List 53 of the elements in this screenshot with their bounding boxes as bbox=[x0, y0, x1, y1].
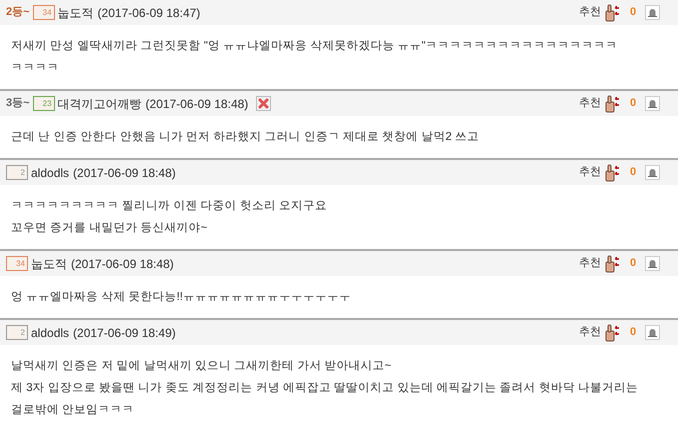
comment-text: 엉 ㅠㅠ엘마짜응 삭제 못한다능!!ㅠㅠㅠㅠㅠㅠㅠㅠㅜㅜㅜㅜㅜㅜ bbox=[11, 290, 352, 305]
thumbs-up-icon[interactable] bbox=[605, 4, 621, 22]
delete-button[interactable] bbox=[256, 96, 272, 111]
comment-text: 꼬우면 증거를 내밀던가 등신새끼야~ bbox=[11, 221, 208, 236]
comment-time: (2017-06-09 18:48) bbox=[71, 256, 174, 272]
siren-icon bbox=[648, 328, 657, 337]
vote-count: 0 bbox=[628, 256, 638, 272]
siren-icon bbox=[648, 259, 657, 268]
author-name[interactable]: aldodls bbox=[31, 164, 70, 182]
comment-time: (2017-06-09 18:48) bbox=[73, 164, 176, 182]
comment-text: 제 3자 입장으로 봤을땐 니가 좆도 계정정리는 커녕 에픽잡고 딸딸이치고 있는데 에픽갈기는 졸려서 혓바닥 나불거리는 bbox=[11, 381, 640, 396]
vote-count: 0 bbox=[628, 325, 638, 340]
comment-text: 걸로밖에 안보임ㅋㅋㅋ bbox=[11, 403, 136, 418]
recommend-label: 추천 bbox=[579, 5, 601, 20]
comment-text: ㅋㅋㅋㅋ bbox=[11, 61, 60, 76]
level-badge: 34 bbox=[6, 256, 28, 271]
report-button[interactable] bbox=[645, 325, 660, 340]
author-name[interactable]: aldodls bbox=[31, 324, 70, 342]
comment-text: 저새끼 만성 엘딱새끼라 그런짓못함 "엉 ㅠㅠ냐엘마짜응 삭제못하겠다능 ㅠㅠ"ㅋㅋㅋㅋㅋㅋㅋㅋㅋㅋㅋㅋㅋㅋㅋㅋ bbox=[11, 39, 619, 54]
recommend-label: 추천 bbox=[579, 96, 601, 112]
level-badge: 2 bbox=[6, 165, 28, 180]
report-button[interactable] bbox=[645, 256, 660, 271]
siren-icon bbox=[648, 99, 657, 108]
comment-text: 근데 난 인증 안한다 안했음 니가 먼저 하라했지 그러니 인증ㄱ 제대로 챗창에 날먹2 쓰고 bbox=[11, 130, 480, 145]
comment-time: (2017-06-09 18:49) bbox=[73, 324, 176, 342]
report-button[interactable] bbox=[645, 165, 660, 180]
recommend-label: 추천 bbox=[579, 325, 601, 340]
thumbs-up-icon[interactable] bbox=[605, 164, 621, 182]
thumbs-up-icon[interactable] bbox=[605, 324, 621, 342]
level-badge: 34 bbox=[32, 5, 55, 20]
vote-count: 0 bbox=[628, 96, 638, 112]
vote-count: 0 bbox=[628, 5, 638, 20]
siren-icon bbox=[648, 168, 657, 177]
author-name[interactable]: 눕도적 bbox=[58, 4, 94, 22]
report-button[interactable] bbox=[645, 96, 660, 111]
level-badge: 23 bbox=[32, 96, 55, 111]
comment-text: 날먹새끼 인증은 저 밑에 날먹새끼 있으니 그새끼한테 가서 받아내시고~ bbox=[11, 359, 392, 374]
close-icon bbox=[258, 98, 270, 109]
thumbs-up-icon[interactable] bbox=[605, 94, 621, 112]
recommend-label: 추천 bbox=[579, 165, 601, 180]
siren-icon bbox=[648, 8, 657, 17]
author-name[interactable]: 대격끼고어깨빵 bbox=[58, 94, 142, 112]
author-name[interactable]: 눕도적 bbox=[31, 254, 67, 272]
report-button[interactable] bbox=[645, 5, 660, 20]
vote-count: 0 bbox=[628, 165, 638, 180]
level-badge: 2 bbox=[6, 325, 28, 340]
rank-label: 2등~ bbox=[6, 5, 30, 20]
comment-time: (2017-06-09 18:48) bbox=[146, 96, 248, 112]
comment-time: (2017-06-09 18:47) bbox=[98, 4, 200, 22]
recommend-label: 추천 bbox=[579, 256, 601, 272]
thumbs-up-icon[interactable] bbox=[605, 254, 621, 272]
rank-label: 3등~ bbox=[6, 96, 30, 112]
comment-text: ㅋㅋㅋㅋㅋㅋㅋㅋㅋ 찔리니까 이젠 다중이 헛소리 오지구요 bbox=[11, 199, 328, 214]
